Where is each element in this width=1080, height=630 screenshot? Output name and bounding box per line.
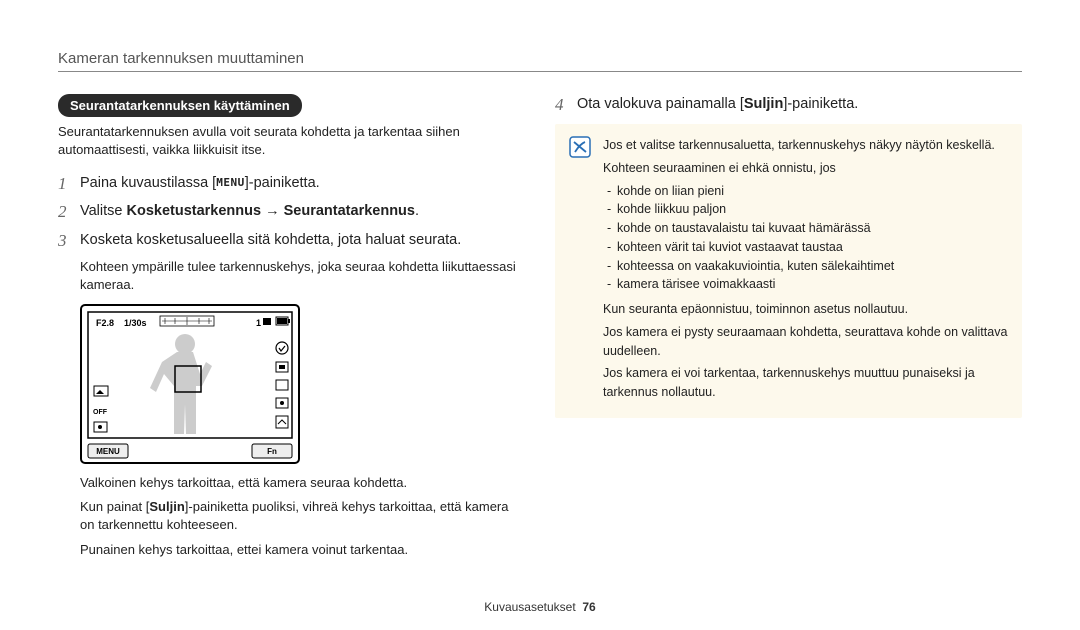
step-number: 1 [58, 173, 80, 195]
note-white-frame: Valkoinen kehys tarkoittaa, että kamera … [80, 474, 525, 492]
menu-label-icon: MENU [216, 175, 245, 190]
step2-suffix: . [415, 203, 419, 219]
step2-bold2: Seurantatarkennus [284, 203, 415, 219]
step-4: 4 Ota valokuva painamalla [Suljin]-paini… [555, 94, 1022, 116]
screen-menu-btn: MENU [96, 447, 120, 456]
right-column: 4 Ota valokuva painamalla [Suljin]-paini… [555, 94, 1022, 565]
info-icon [569, 136, 591, 158]
info-p2: Kohteen seuraaminen ei ehkä onnistu, jos [603, 159, 1008, 178]
step-2: 2 Valitse Kosketustarkennus → Seurantata… [58, 201, 525, 223]
screen-f-label: F2.8 [96, 318, 114, 328]
info-p4: Jos kamera ei pysty seuraamaan kohdetta,… [603, 323, 1008, 361]
header-divider [58, 71, 1022, 72]
note-red-frame: Punainen kehys tarkoittaa, ettei kamera … [80, 541, 525, 559]
page-header: Kameran tarkennuksen muuttaminen [58, 50, 1022, 67]
step-number: 2 [58, 201, 80, 223]
step-content: Valitse Kosketustarkennus → Seurantatark… [80, 201, 525, 223]
footer-page-number: 76 [582, 600, 595, 614]
step-content: Kosketa kosketusalueella sitä kohdetta, … [80, 230, 525, 252]
step-3: 3 Kosketa kosketusalueella sitä kohdetta… [58, 230, 525, 252]
info-bullet: kohde liikkuu paljon [603, 200, 1008, 219]
note2-bold: Suljin [149, 499, 184, 514]
step-number: 3 [58, 230, 80, 252]
steps-list-right: 4 Ota valokuva painamalla [Suljin]-paini… [555, 94, 1022, 116]
step3-notes: Valkoinen kehys tarkoittaa, että kamera … [80, 474, 525, 559]
step3-subtext: Kohteen ympärille tulee tarkennuskehys, … [80, 258, 525, 294]
info-p1: Jos et valitse tarkennusaluetta, tarkenn… [603, 136, 1008, 155]
page-footer: Kuvausasetukset 76 [0, 600, 1080, 614]
step2-prefix: Valitse [80, 203, 126, 219]
step1-text-b: ]-painiketta. [245, 175, 320, 191]
step3-sub: Kohteen ympärille tulee tarkennuskehys, … [80, 258, 525, 294]
steps-list: 1 Paina kuvaustilassa [MENU]-painiketta.… [58, 173, 525, 251]
step1-text-a: Paina kuvaustilassa [ [80, 175, 216, 191]
info-p3: Kun seuranta epäonnistuu, toiminnon aset… [603, 300, 1008, 319]
step-1: 1 Paina kuvaustilassa [MENU]-painiketta. [58, 173, 525, 195]
info-bullet: kohteen värit tai kuviot vastaavat taust… [603, 238, 1008, 257]
info-p5: Jos kamera ei voi tarkentaa, tarkennuske… [603, 364, 1008, 402]
info-bullet: kohde on liian pieni [603, 182, 1008, 201]
info-bullet: kohteessa on vaakakuviointia, kuten säle… [603, 257, 1008, 276]
step-number: 4 [555, 94, 577, 116]
svg-text:OFF: OFF [93, 409, 108, 416]
info-bullet: kamera tärisee voimakkaasti [603, 275, 1008, 294]
info-bullet: kohde on taustavalaistu tai kuvaat hämär… [603, 219, 1008, 238]
step-content: Paina kuvaustilassa [MENU]-painiketta. [80, 173, 525, 195]
info-bullets: kohde on liian pieni kohde liikkuu paljo… [603, 182, 1008, 295]
svg-text:1: 1 [256, 318, 261, 328]
screen-fn-btn: Fn [267, 447, 277, 456]
step4-prefix: Ota valokuva painamalla [ [577, 96, 744, 112]
info-content: Jos et valitse tarkennusaluetta, tarkenn… [603, 136, 1008, 406]
step4-bold: Suljin [744, 96, 783, 112]
note-green-frame: Kun painat [Suljin]-painiketta puoliksi,… [80, 498, 525, 534]
step-content: Ota valokuva painamalla [Suljin]-painike… [577, 94, 1022, 116]
step2-arrow: → [261, 203, 284, 219]
camera-screen-illustration: F2.8 1/30s 1 [80, 304, 525, 464]
step2-bold1: Kosketustarkennus [126, 203, 261, 219]
note2-a: Kun painat [ [80, 499, 149, 514]
info-box: Jos et valitse tarkennusaluetta, tarkenn… [555, 124, 1022, 418]
intro-text: Seurantatarkennuksen avulla voit seurata… [58, 123, 525, 159]
left-column: Seurantatarkennuksen käyttäminen Seurant… [58, 94, 525, 565]
step4-suffix: ]-painiketta. [783, 96, 858, 112]
section-pill: Seurantatarkennuksen käyttäminen [58, 94, 302, 117]
content-columns: Seurantatarkennuksen käyttäminen Seurant… [58, 94, 1022, 565]
screen-shutter-label: 1/30s [124, 318, 147, 328]
footer-label: Kuvausasetukset [484, 600, 575, 614]
